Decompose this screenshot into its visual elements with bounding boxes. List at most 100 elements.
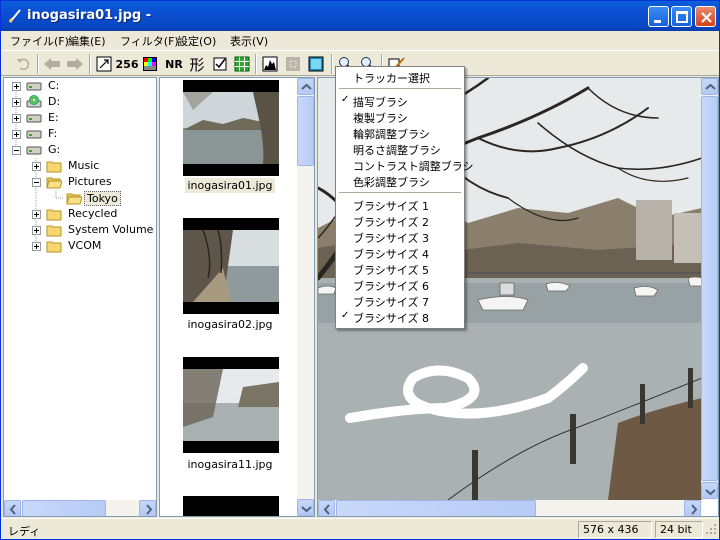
checkbox-icon [213, 57, 227, 71]
menu-item-brush-size-6[interactable]: ブラシサイズ 6 [336, 277, 464, 293]
menu-item-brush-size-5[interactable]: ブラシサイズ 5 [336, 261, 464, 277]
folder-icon [46, 209, 62, 221]
collapse-icon[interactable] [32, 178, 41, 187]
menu-item-brush-size-8[interactable]: ✓ ブラシサイズ 8 [336, 309, 464, 325]
scroll-thumb[interactable] [336, 500, 536, 516]
scroll-left-button[interactable] [4, 500, 21, 516]
histogram-icon [262, 56, 278, 72]
folder-icon [46, 161, 62, 173]
menu-item-brush-size-1[interactable]: ブラシサイズ 1 [336, 197, 464, 213]
close-button[interactable] [695, 6, 716, 27]
scroll-right-button[interactable] [139, 500, 156, 516]
menu-separator [339, 192, 461, 194]
color-palette-icon [143, 57, 157, 71]
menu-item-color-brush[interactable]: 色彩調整ブラシ [336, 173, 464, 189]
grid-icon [234, 56, 250, 72]
status-text: レディ [8, 525, 41, 538]
colors-256-button[interactable]: 256 [116, 54, 139, 74]
toolbar-separator [255, 54, 257, 74]
shape-button[interactable]: 形 [187, 54, 207, 74]
menu-item-brush-size-7[interactable]: ブラシサイズ 7 [336, 293, 464, 309]
checkbox-tool-button[interactable] [211, 54, 229, 74]
viewer-vertical-scrollbar[interactable] [701, 78, 718, 499]
menu-item-brightness-brush[interactable]: 明るさ調整ブラシ [336, 141, 464, 157]
resize-grip-icon[interactable] [705, 523, 717, 535]
folder-icon [46, 241, 62, 253]
thumbnail-list[interactable]: inogasira01.jpg inogasira02.jpg inogasir… [159, 77, 315, 517]
menu-filter[interactable]: フィルタ(F) [120, 33, 179, 49]
thumbnail-filename: inogasira02.jpg [187, 318, 273, 331]
thumbnail-caption: inogasira01.jpg [160, 178, 300, 193]
collapse-icon[interactable] [12, 146, 21, 155]
grid-button[interactable] [233, 54, 251, 74]
thumbnail-caption: inogasira11.jpg [160, 458, 300, 471]
expand-icon[interactable] [12, 82, 21, 91]
chevron-up-icon [705, 83, 716, 90]
tree-horizontal-scrollbar[interactable] [4, 500, 156, 516]
folder-tree[interactable]: C: D: E: F: G: Music Pictures Tokyo Recy… [3, 77, 157, 517]
scroll-thumb[interactable] [22, 500, 106, 516]
expand-icon[interactable] [32, 226, 41, 235]
menu-item-brush-size-2[interactable]: ブラシサイズ 2 [336, 213, 464, 229]
menu-item-brush-size-4[interactable]: ブラシサイズ 4 [336, 245, 464, 261]
menu-item-outline-brush[interactable]: 輪郭調整ブラシ [336, 125, 464, 141]
minimize-button[interactable] [648, 6, 669, 27]
scroll-left-button[interactable] [318, 500, 335, 516]
brush-app-icon [8, 9, 21, 23]
menu-edit[interactable]: 編集(E) [68, 33, 106, 49]
menu-settings[interactable]: 設定(O) [177, 33, 216, 49]
maximize-button[interactable] [671, 6, 692, 27]
expand-icon[interactable] [32, 162, 41, 171]
menu-file[interactable]: ファイル(F) [10, 33, 69, 49]
expand-icon[interactable] [12, 114, 21, 123]
screen-button[interactable] [307, 54, 325, 74]
thumbnail-vertical-scrollbar[interactable] [297, 78, 314, 516]
expand-icon[interactable] [32, 242, 41, 251]
scroll-thumb[interactable] [701, 96, 718, 481]
palette-button[interactable] [141, 54, 159, 74]
thumbnail-image[interactable] [183, 496, 279, 516]
viewer-horizontal-scrollbar[interactable] [318, 500, 701, 516]
scroll-thumb[interactable] [297, 96, 314, 166]
maximize-icon [676, 11, 688, 23]
title-bar[interactable]: inogasira01.jpg - [1, 1, 719, 31]
forward-button[interactable] [65, 54, 85, 74]
brush-dropdown-menu: トラッカー選択 ✓ 描写ブラシ 複製ブラシ 輪郭調整ブラシ 明るさ調整ブラシ コ… [335, 66, 474, 329]
scroll-right-button[interactable] [684, 500, 701, 516]
image-dimensions: 576 x 436 [578, 521, 652, 538]
menu-view[interactable]: 表示(V) [230, 33, 268, 49]
scroll-down-button[interactable] [297, 499, 314, 516]
menu-item-contrast-brush[interactable]: コントラスト調整ブラシ [336, 157, 474, 173]
menu-item-draw-brush[interactable]: ✓ 描写ブラシ [336, 93, 464, 109]
expand-icon[interactable] [12, 130, 21, 139]
back-button[interactable] [42, 54, 62, 74]
folder-open-icon [66, 193, 82, 205]
scroll-up-button[interactable] [297, 78, 314, 95]
undo-button[interactable] [13, 54, 33, 74]
drive-icon [26, 130, 42, 139]
chevron-right-icon [691, 504, 698, 515]
noise-reduction-button[interactable]: NR [163, 54, 185, 74]
folder-open-icon [46, 177, 62, 189]
drive-icon [26, 82, 42, 91]
thumbnail-image[interactable] [183, 218, 279, 314]
menu-item-brush-size-3[interactable]: ブラシサイズ 3 [336, 229, 464, 245]
expand-icon[interactable] [32, 210, 41, 219]
toolbar-separator [331, 54, 333, 74]
crop-button[interactable] [284, 54, 302, 74]
expand-icon[interactable] [12, 98, 21, 107]
chevron-down-icon [301, 506, 312, 513]
scroll-down-button[interactable] [701, 482, 718, 499]
thumbnail-image[interactable] [183, 80, 279, 176]
lake-photo-thumbnail [183, 80, 279, 176]
menu-item-clone-brush[interactable]: 複製ブラシ [336, 109, 464, 125]
scroll-up-button[interactable] [701, 78, 718, 95]
thumbnail-caption: inogasira02.jpg [160, 318, 300, 331]
toolbar-separator [37, 54, 39, 74]
menu-separator [339, 88, 461, 90]
histogram-button[interactable] [261, 54, 279, 74]
resize-button[interactable] [95, 54, 113, 74]
folder-icon [46, 225, 62, 237]
thumbnail-image[interactable] [183, 357, 279, 453]
menu-item-tracker-select[interactable]: トラッカー選択 [336, 69, 464, 85]
